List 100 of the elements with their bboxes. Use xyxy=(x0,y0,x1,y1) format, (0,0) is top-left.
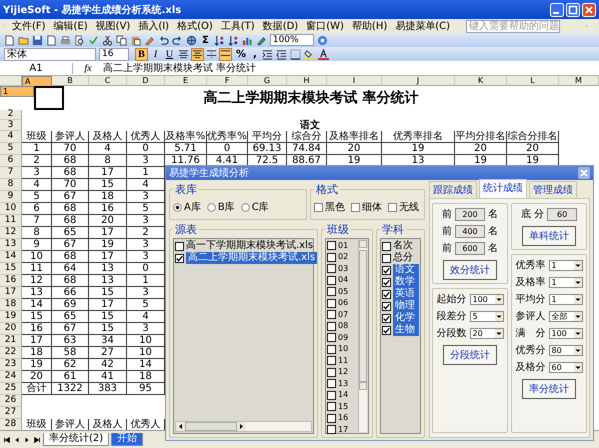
menu-item[interactable]: 窗口(W) xyxy=(306,19,344,33)
statistics-button[interactable]: 分段统计 xyxy=(443,345,497,365)
dropdown[interactable]: 60 xyxy=(548,362,582,372)
name-box[interactable]: A1 xyxy=(0,62,73,74)
list-item[interactable]: 05 xyxy=(338,286,348,298)
checkbox-icon[interactable] xyxy=(351,202,360,212)
list-item[interactable]: 英语 xyxy=(393,288,419,300)
list-item[interactable]: 物理 xyxy=(393,300,419,312)
checkbox-icon[interactable] xyxy=(382,290,391,298)
formula-field[interactable]: 高二上学期期末模块考试 率分统计 xyxy=(103,61,256,75)
scroll-right-icon[interactable] xyxy=(237,422,246,431)
checkbox-icon[interactable] xyxy=(388,202,397,212)
list-item[interactable]: 化学 xyxy=(393,312,419,324)
horizontal-scrollbar[interactable] xyxy=(175,421,312,432)
scroll-left-icon[interactable] xyxy=(176,422,185,431)
dropdown[interactable]: 1 xyxy=(548,276,582,288)
list-item[interactable]: 02 xyxy=(338,251,348,264)
menu-item[interactable]: 帮助(H) xyxy=(352,19,388,33)
checkbox-icon[interactable] xyxy=(327,264,336,274)
checkbox-icon[interactable] xyxy=(327,322,336,331)
list-item[interactable]: 13 xyxy=(338,378,348,390)
input-field[interactable]: 200 xyxy=(455,208,485,220)
row-header[interactable]: 20 xyxy=(0,323,22,335)
checkbox-icon[interactable] xyxy=(327,241,336,250)
row-header[interactable]: 12 xyxy=(0,227,22,239)
percent-style-button[interactable]: % xyxy=(234,48,248,60)
input-field[interactable]: 60 xyxy=(547,208,578,220)
menu-item[interactable]: 视图(V) xyxy=(96,19,130,33)
checkbox-icon[interactable] xyxy=(327,298,336,308)
checkbox-icon[interactable] xyxy=(382,326,391,334)
row-header[interactable]: 4 xyxy=(0,131,22,143)
dropdown[interactable]: 1 xyxy=(548,294,582,304)
text-style-button[interactable]: I xyxy=(150,48,161,60)
row-header[interactable]: 1 xyxy=(0,86,34,97)
radio-icon[interactable] xyxy=(240,202,250,212)
sum-button[interactable]: Σ xyxy=(200,34,211,46)
checkbox-icon[interactable] xyxy=(327,414,336,423)
menu-item[interactable]: 数据(D) xyxy=(262,19,298,33)
maximize-icon[interactable] xyxy=(566,2,580,16)
insert-function-button[interactable]: fx xyxy=(73,62,103,74)
menu-item[interactable]: 插入(I) xyxy=(138,19,170,33)
row-header[interactable]: 23 xyxy=(0,359,22,371)
column-header[interactable]: M xyxy=(559,76,599,86)
row-header[interactable]: 27 xyxy=(0,407,22,419)
column-header[interactable]: I xyxy=(327,76,382,86)
checkbox-icon[interactable] xyxy=(382,278,391,286)
list-item[interactable]: 06 xyxy=(338,297,348,310)
checkbox-icon[interactable] xyxy=(175,254,184,262)
zoom-dropdown[interactable]: 100% xyxy=(270,34,314,46)
row-header[interactable]: 5 xyxy=(0,143,22,155)
menu-item[interactable]: 编辑(E) xyxy=(54,19,88,33)
tab[interactable]: 统计成绩 xyxy=(479,179,527,198)
row-header[interactable]: 24 xyxy=(0,371,22,383)
list-item[interactable]: 01 xyxy=(338,240,348,252)
list-item[interactable]: 17 xyxy=(338,424,348,436)
dropdown[interactable]: 100 xyxy=(548,328,582,338)
row-header[interactable]: 25 xyxy=(0,383,22,395)
list-item[interactable]: 名次 xyxy=(393,240,419,252)
checkbox-icon[interactable] xyxy=(327,310,336,320)
text-style-button[interactable]: U xyxy=(164,48,175,60)
row-header[interactable]: 16 xyxy=(0,275,22,287)
checkbox-icon[interactable] xyxy=(382,302,391,310)
input-field[interactable]: 400 xyxy=(455,224,485,238)
scissors-icon[interactable] xyxy=(102,34,113,46)
checkbox-icon[interactable] xyxy=(382,314,391,322)
checkbox-icon[interactable] xyxy=(327,402,336,412)
checkbox-icon[interactable] xyxy=(327,287,336,296)
last-sheet-icon[interactable] xyxy=(33,436,41,444)
row-header[interactable]: 3 xyxy=(0,120,22,131)
column-header[interactable]: K xyxy=(455,76,507,86)
previous-sheet-icon[interactable] xyxy=(13,436,21,444)
align-center-icon[interactable] xyxy=(192,48,203,60)
row-header[interactable]: 14 xyxy=(0,251,22,263)
indent-icon[interactable] xyxy=(262,48,273,60)
list-item[interactable]: 10 xyxy=(338,343,348,356)
active-cell[interactable] xyxy=(34,86,64,110)
list-item[interactable]: 高一下学期期末模块考试.xls xyxy=(186,240,314,252)
checkbox-icon[interactable] xyxy=(327,379,336,388)
list-item[interactable]: 08 xyxy=(338,320,348,332)
menu-item[interactable]: 易捷菜单(C) xyxy=(395,19,450,33)
undo-icon[interactable] xyxy=(158,34,169,46)
row-header[interactable]: 17 xyxy=(0,287,22,299)
dropdown[interactable]: 5 xyxy=(470,310,504,322)
radio-option[interactable]: B库 xyxy=(206,200,235,214)
statistics-button[interactable]: 率分统计 xyxy=(522,379,576,399)
sort-descending-icon[interactable] xyxy=(228,34,239,46)
next-sheet-icon[interactable] xyxy=(23,436,31,444)
menu-item[interactable]: 格式(O) xyxy=(177,19,213,33)
checkbox-icon[interactable] xyxy=(327,356,336,366)
checkbox-icon[interactable] xyxy=(327,368,336,377)
row-header[interactable]: 22 xyxy=(0,347,22,359)
checkbox-icon[interactable] xyxy=(382,266,391,274)
save-icon[interactable] xyxy=(32,34,43,46)
checkbox-icon[interactable] xyxy=(327,333,336,342)
borders-icon[interactable] xyxy=(290,48,301,60)
list-item[interactable]: 04 xyxy=(338,274,348,286)
column-header[interactable]: L xyxy=(507,76,559,86)
list-item[interactable]: 生物 xyxy=(393,324,419,336)
checkbox-icon[interactable] xyxy=(327,425,336,434)
row-header[interactable]: 11 xyxy=(0,215,22,227)
